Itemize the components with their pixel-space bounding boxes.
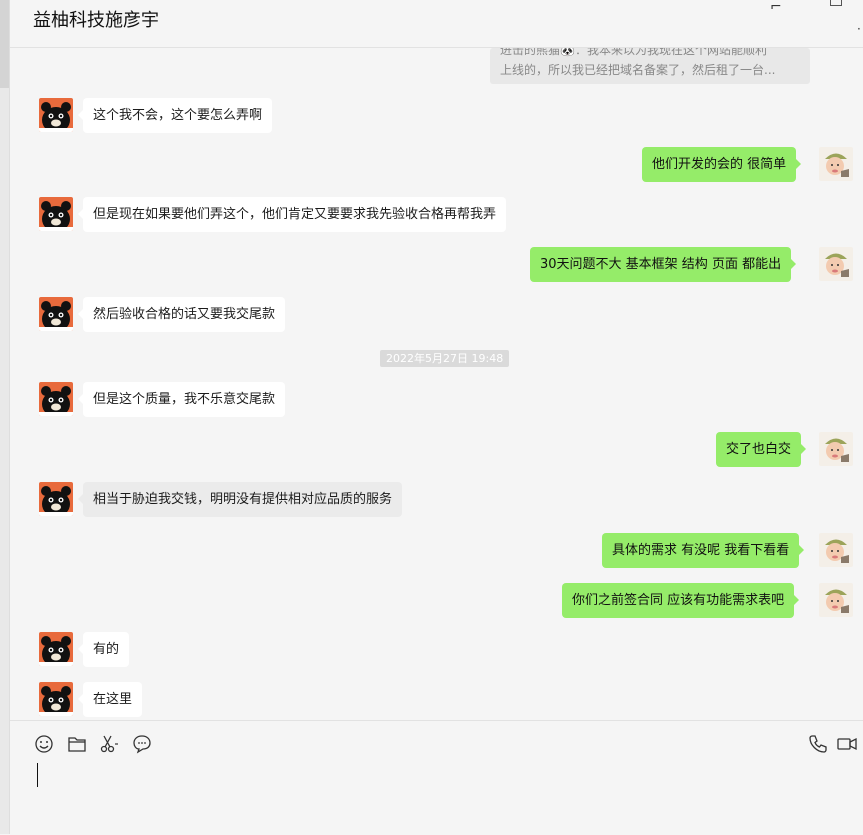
message-timestamp: 2022年5月27日 19:48 xyxy=(380,350,510,367)
contact-avatar[interactable] xyxy=(39,297,73,331)
contact-avatar[interactable] xyxy=(39,682,73,716)
folder-icon[interactable] xyxy=(66,733,88,755)
window-control-icon[interactable] xyxy=(830,0,842,6)
message-bubble-outgoing[interactable]: 具体的需求 有没呢 我看下看看 xyxy=(602,533,805,568)
scissors-icon[interactable] xyxy=(98,733,120,755)
message-bubble-incoming[interactable]: 然后验收合格的话又要我交尾款 xyxy=(77,297,286,332)
message-bubble-incoming[interactable]: 相当于胁迫我交钱，明明没有提供相对应品质的服务 xyxy=(77,482,403,517)
message-bubble-incoming[interactable]: 但是这个质量，我不乐意交尾款 xyxy=(77,382,286,417)
contact-avatar[interactable] xyxy=(39,632,73,666)
contact-avatar[interactable] xyxy=(39,197,73,231)
message-composer[interactable] xyxy=(10,720,863,835)
quoted-line-2: 上线的，所以我已经把域名备案了，然后租了一台... xyxy=(500,63,776,77)
quoted-line-1: 进击的熊猫🐼：我本来以为我现在这个网站能顺利 xyxy=(500,48,767,57)
message-bubble-incoming[interactable]: 但是现在如果要他们弄这个，他们肯定又要要求我先验收合格再帮我弄 xyxy=(77,197,507,232)
left-panel-edge xyxy=(0,0,10,834)
left-panel-highlight xyxy=(0,0,9,88)
more-options-icon[interactable]: · xyxy=(857,22,861,36)
chat-history-icon[interactable] xyxy=(131,733,153,755)
phone-icon[interactable] xyxy=(807,733,829,755)
chat-header: 益柚科技施彦宇 ⌐ · xyxy=(10,0,863,48)
quoted-message[interactable]: 进击的熊猫🐼：我本来以为我现在这个网站能顺利 上线的，所以我已经把域名备案了，然… xyxy=(490,48,810,84)
message-bubble-incoming[interactable]: 有的 xyxy=(77,632,130,667)
message-bubble-incoming[interactable]: 在这里 xyxy=(77,682,143,717)
contact-avatar[interactable] xyxy=(39,98,73,132)
contact-name: 益柚科技施彦宇 xyxy=(33,10,159,31)
my-avatar[interactable] xyxy=(819,247,853,281)
message-bubble-outgoing[interactable]: 他们开发的会的 很简单 xyxy=(642,147,802,182)
message-bubble-outgoing[interactable]: 30天问题不大 基本框架 结构 页面 都能出 xyxy=(530,247,797,282)
message-bubble-outgoing[interactable]: 交了也白交 xyxy=(716,432,807,467)
my-avatar[interactable] xyxy=(819,147,853,181)
pin-icon[interactable]: ⌐ xyxy=(770,0,782,14)
my-avatar[interactable] xyxy=(819,432,853,466)
contact-avatar[interactable] xyxy=(39,382,73,416)
message-bubble-incoming[interactable]: 这个我不会，这个要怎么弄啊 xyxy=(77,98,273,133)
message-bubble-outgoing[interactable]: 你们之前签合同 应该有功能需求表吧 xyxy=(562,583,800,618)
text-input-caret[interactable] xyxy=(37,763,38,787)
message-list[interactable]: 进击的熊猫🐼：我本来以为我现在这个网站能顺利 上线的，所以我已经把域名备案了，然… xyxy=(10,48,863,720)
contact-avatar[interactable] xyxy=(39,482,73,516)
my-avatar[interactable] xyxy=(819,583,853,617)
emoji-icon[interactable] xyxy=(33,733,55,755)
video-icon[interactable] xyxy=(836,733,858,755)
my-avatar[interactable] xyxy=(819,533,853,567)
